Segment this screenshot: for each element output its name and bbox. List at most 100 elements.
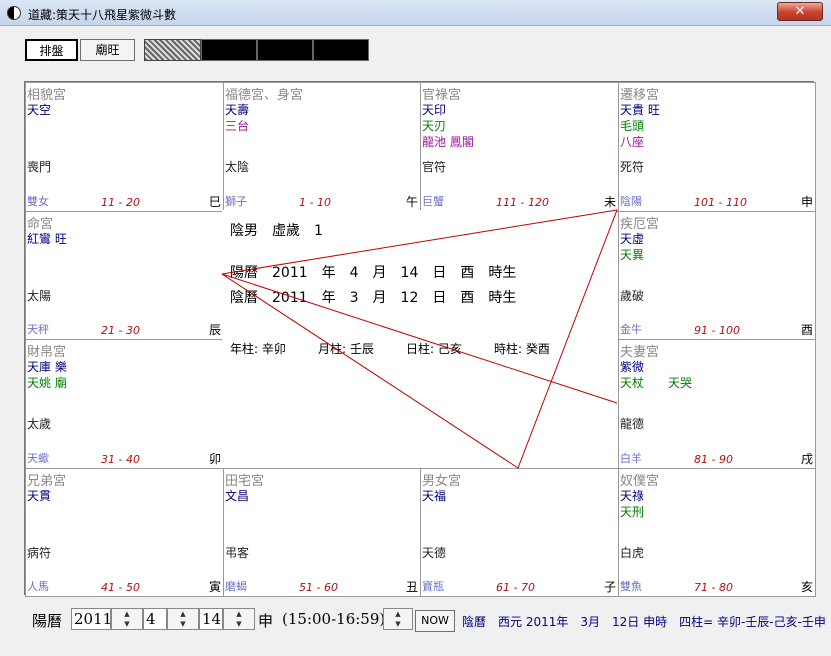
star-line: 天庫 樂 [27,360,67,374]
spirit-star: 天德 [422,546,447,560]
star-line: 天虛 [620,232,645,246]
close-button[interactable]: ✕ [777,2,823,21]
age-range: 1 - 10 [299,196,331,209]
hour-branch: 申 [258,612,274,630]
pattern-swatch-button[interactable] [144,39,201,61]
arrange-chart-button[interactable]: 排盤 [25,39,78,61]
age-range: 91 - 100 [694,324,740,337]
solar-birth: 陽曆 2011 年 4 月 14 日 酉 時生 [230,265,517,281]
constellation: 天秤 [27,323,49,336]
star-line: 八座 [620,135,645,149]
year-spinner[interactable]: ▲ ▼ [111,608,143,630]
earthly-branch: 未 [603,195,616,209]
conversion-status: 陰曆 西元 2011年 3月 12日 申時 四柱= 辛卯-壬辰-己亥-壬申 [462,615,826,629]
earthly-branch: 午 [405,195,418,209]
spirit-star: 歲破 [620,289,645,303]
now-button[interactable]: NOW [415,610,455,632]
hour-pillar: 時柱: 癸酉 [494,342,550,356]
star-line: 天姚 廟 [27,376,67,390]
earthly-branch: 亥 [800,580,813,594]
month-pillar: 月柱: 壬辰 [318,342,374,356]
star-line: 三台 [225,119,250,133]
constellation: 天蠍 [27,452,49,465]
spirit-star: 龍德 [620,417,645,431]
spirit-star: 官符 [422,160,447,174]
earthly-branch: 酉 [800,323,813,337]
star-line: 天杖 天哭 [620,376,693,390]
age-range: 111 - 120 [496,196,549,209]
earthly-branch: 戌 [800,452,813,466]
hour-spinner[interactable]: ▲ ▼ [383,608,413,630]
earthly-branch: 巳 [208,195,221,209]
age-range: 71 - 80 [694,581,733,594]
palace-nupu[interactable]: 奴僕宮 天祿 天刑 白虎 雙魚 71 - 80 亥 [618,468,816,597]
title-bar: 道藏:策天十八飛星紫微斗數 ✕ [0,0,831,26]
spirit-star: 太歲 [27,417,52,431]
palace-tianzhai[interactable]: 田宅宮 文昌 弔客 磨蝎 51 - 60 丑 [223,468,421,597]
constellation: 白羊 [620,452,642,465]
age-range: 11 - 20 [101,196,140,209]
palace-qianyi[interactable]: 遷移宮 天貴 旺毛頭 八座 死符 陰陽 101 - 110 申 [618,82,816,212]
constellation: 寶瓶 [422,580,444,593]
month-spinner[interactable]: ▲ ▼ [167,608,199,630]
hour-range: (15:00-16:59) [282,610,386,628]
palace-xiangmao[interactable]: 相貌宮 天空 喪門 雙女 11 - 20 巳 [25,82,224,212]
year-pillar: 年柱: 辛卯 [230,342,286,356]
spirit-star: 太陰 [225,160,250,174]
constellation: 磨蝎 [225,580,247,593]
star-line: 天壽 [225,103,250,117]
palace-fuqi[interactable]: 夫妻宮 紫微 天杖 天哭 龍德 白羊 81 - 90 戌 [618,339,816,469]
age-range: 101 - 110 [694,196,747,209]
star-line: 天祿 [620,489,645,503]
close-icon: ✕ [794,4,806,19]
star-line: 天刑 [620,505,645,519]
star-line: 天空 [27,103,52,117]
star-line: 天印 [422,103,447,117]
spirit-star: 弔客 [225,546,250,560]
palace-ming[interactable]: 命宮 紅鸞 旺太陽 天秤 21 - 30 辰 [25,211,224,340]
earthly-branch: 卯 [208,452,221,466]
palace-guanlu[interactable]: 官祿宮 天印 天刃 龍池 鳳閣 官符 巨蟹 111 - 120 未 [420,82,619,212]
constellation: 雙魚 [620,580,642,593]
earthly-branch: 子 [603,580,616,594]
age-range: 21 - 30 [101,324,140,337]
spirit-star: 喪門 [27,160,52,174]
blank-button-3[interactable] [313,39,369,61]
earthly-branch: 寅 [208,580,221,594]
spirit-star: 死符 [620,160,645,174]
earthly-branch: 丑 [405,580,418,594]
palace-jie[interactable]: 疾厄宮 天虛 天異 歲破 金牛 91 - 100 酉 [618,211,816,340]
star-line: 天刃 [422,119,447,133]
constellation: 獅子 [225,195,247,208]
blank-button-1[interactable] [201,39,257,61]
gender-age: 陰男 虛歲 1 [230,223,323,239]
star-line: 天貴 旺 [620,103,660,117]
age-range: 61 - 70 [496,581,535,594]
constellation: 金牛 [620,323,642,336]
palace-caibo[interactable]: 財帛宮 天庫 樂天姚 廟太歲 天蠍 31 - 40 卯 [25,339,224,469]
yin-yang-icon [7,6,21,20]
window-title: 道藏:策天十八飛星紫微斗數 [28,8,177,22]
year-input[interactable]: 2011 [71,608,112,630]
spirit-star: 太陽 [27,289,52,303]
chart-center: 陰男 虛歲 1 陽曆 2011 年 4 月 14 日 酉 時生 陰曆 2011 … [222,210,617,468]
lunar-birth: 陰曆 2011 年 3 月 12 日 酉 時生 [230,290,517,306]
age-range: 41 - 50 [101,581,140,594]
temple-strength-button[interactable]: 廟旺 [80,39,135,61]
earthly-branch: 辰 [208,323,221,337]
constellation: 陰陽 [620,195,642,208]
palace-fude[interactable]: 福德宮、身宮 天壽 三台 太陰 獅子 1 - 10 午 [223,82,421,212]
palace-nannv[interactable]: 男女宮 天福 天德 寶瓶 61 - 70 子 [420,468,619,597]
blank-button-2[interactable] [257,39,313,61]
day-spinner[interactable]: ▲ ▼ [223,608,255,630]
star-line: 天異 [620,248,645,262]
day-input[interactable]: 14 [199,608,223,630]
calendar-label: 陽曆 [32,612,63,630]
month-input[interactable]: 4 [143,608,167,630]
star-line: 天貫 [27,489,52,503]
star-line: 紫微 [620,360,645,374]
age-range: 51 - 60 [299,581,338,594]
star-line: 天福 [422,489,447,503]
star-line: 龍池 鳳閣 [422,135,474,149]
palace-xiongdi[interactable]: 兄弟宮 天貫 病符 人馬 41 - 50 寅 [25,468,224,597]
